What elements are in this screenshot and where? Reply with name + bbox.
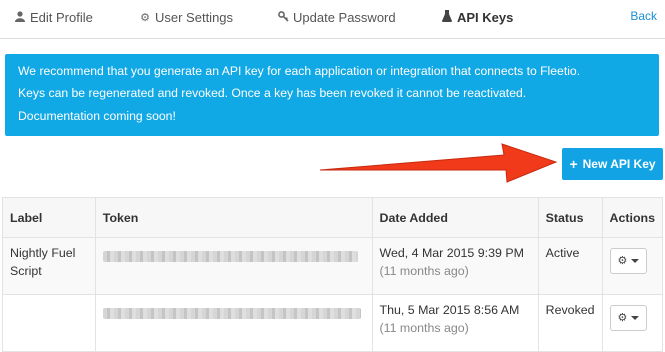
tab-user-settings[interactable]: ⚙ User Settings bbox=[139, 10, 233, 25]
new-api-key-button[interactable]: + New API Key bbox=[562, 148, 663, 180]
alert-line-2: Keys can be regenerated and revoked. Onc… bbox=[18, 86, 527, 100]
row-date-text: Wed, 4 Mar 2015 9:39 PM bbox=[379, 246, 524, 260]
row-status: Revoked bbox=[537, 294, 603, 352]
row-label: Nightly Fuel Script bbox=[2, 237, 96, 295]
tab-update-password[interactable]: Update Password bbox=[277, 10, 396, 25]
alert-line-1: We recommend that you generate an API ke… bbox=[18, 64, 581, 78]
tab-user-settings-label: User Settings bbox=[155, 10, 234, 25]
row-label bbox=[2, 294, 96, 352]
annotation-arrow-icon bbox=[319, 143, 558, 183]
redacted-token bbox=[102, 251, 358, 262]
row-token-redacted bbox=[94, 294, 373, 352]
col-status-header: Status bbox=[537, 197, 603, 238]
row-date: Wed, 4 Mar 2015 9:39 PM (11 months ago) bbox=[371, 237, 539, 295]
gear-icon: ⚙ bbox=[617, 255, 628, 267]
gear-icon: ⚙ bbox=[140, 12, 150, 24]
row-actions: ⚙ bbox=[601, 294, 664, 352]
row-date-text: Thu, 5 Mar 2015 8:56 AM bbox=[379, 303, 520, 317]
col-actions-header: Actions bbox=[601, 197, 664, 238]
profile-tabs: Edit Profile ⚙ User Settings Update Pass… bbox=[0, 0, 665, 39]
row-token-redacted bbox=[94, 237, 373, 295]
person-icon bbox=[14, 10, 26, 25]
key-icon bbox=[277, 10, 289, 25]
alert-line-3: Documentation coming soon! bbox=[18, 109, 176, 123]
table-row: Nightly Fuel Script Wed, 4 Mar 2015 9:39… bbox=[2, 237, 664, 295]
tab-edit-profile[interactable]: Edit Profile bbox=[14, 10, 93, 25]
col-token-header: Token bbox=[94, 197, 373, 238]
info-alert: We recommend that you generate an API ke… bbox=[5, 54, 659, 136]
row-date-ago: (11 months ago) bbox=[379, 264, 469, 278]
caret-down-icon bbox=[631, 259, 640, 263]
row-actions: ⚙ bbox=[601, 237, 664, 295]
caret-down-icon bbox=[631, 316, 640, 320]
table-row: Thu, 5 Mar 2015 8:56 AM (11 months ago) … bbox=[2, 294, 664, 352]
row-date: Thu, 5 Mar 2015 8:56 AM (11 months ago) bbox=[371, 294, 539, 352]
row-status: Active bbox=[537, 237, 603, 295]
api-keys-table: Label Token Date Added Status Actions Ni… bbox=[2, 197, 664, 352]
new-api-key-label: New API Key bbox=[582, 157, 656, 171]
redacted-token bbox=[102, 308, 361, 319]
tab-api-keys[interactable]: API Keys bbox=[441, 10, 513, 25]
table-header-row: Label Token Date Added Status Actions bbox=[2, 197, 664, 238]
gear-icon: ⚙ bbox=[617, 312, 628, 324]
flask-icon bbox=[441, 10, 453, 25]
tab-update-password-label: Update Password bbox=[293, 10, 396, 25]
row-actions-dropdown[interactable]: ⚙ bbox=[609, 248, 648, 274]
tab-api-keys-label: API Keys bbox=[457, 10, 514, 25]
col-date-header: Date Added bbox=[371, 197, 539, 238]
row-date-ago: (11 months ago) bbox=[379, 321, 469, 335]
row-actions-dropdown[interactable]: ⚙ bbox=[609, 305, 648, 331]
plus-icon: + bbox=[569, 156, 578, 172]
col-label-header: Label bbox=[2, 197, 96, 238]
back-link[interactable]: Back bbox=[630, 9, 657, 23]
tab-edit-profile-label: Edit Profile bbox=[30, 10, 93, 25]
